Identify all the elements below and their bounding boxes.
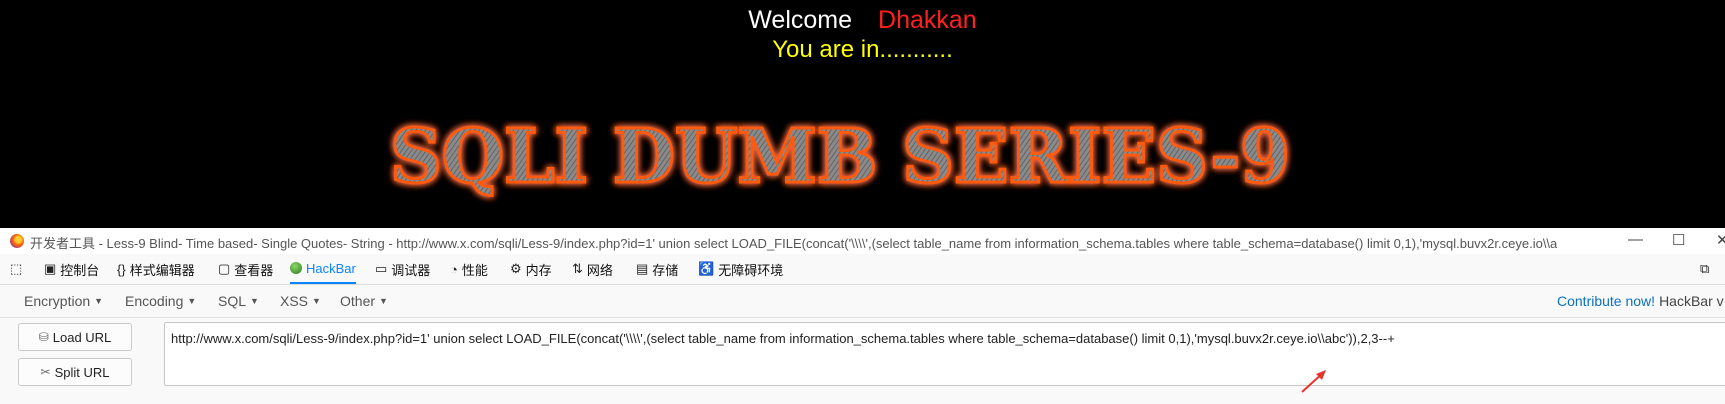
url-textarea[interactable]: http://www.x.com/sqli/Less-9/index.php?i… xyxy=(164,322,1725,386)
tab-style-editor[interactable]: {} 样式编辑器 xyxy=(117,254,195,284)
menu-label: SQL xyxy=(218,293,247,309)
tab-label: 调试器 xyxy=(391,262,431,278)
menu-label: Other xyxy=(340,293,376,309)
menu-sql[interactable]: SQL ▼ xyxy=(218,293,259,309)
performance-icon: ◔ xyxy=(450,261,458,277)
load-url-label: Load URL xyxy=(52,329,112,345)
tab-performance[interactable]: ◔ 性能 xyxy=(450,254,488,284)
hackbar-menubar: Encryption ▼ Encoding ▼ SQL ▼ XSS ▼ Other ▼ C… xyxy=(0,285,1725,318)
maximize-button[interactable]: ☐ xyxy=(1672,231,1685,249)
menu-label: Encryption xyxy=(24,293,91,309)
tab-memory[interactable]: ⚙ 内存 xyxy=(510,254,552,284)
url-text: http://www.x.com/sqli/Less-9/index.php?i… xyxy=(171,331,1395,346)
debugger-icon: ▭ xyxy=(375,261,388,276)
devtools-toolbar: ⬚ ▣ 控制台 {} 样式编辑器 ▢ 查看器 HackBar ▭ 调试器 ◔ 性… xyxy=(0,254,1725,285)
load-icon: ⛁ xyxy=(38,330,49,344)
tab-hackbar[interactable]: HackBar xyxy=(290,254,356,284)
user-name: Dhakkan xyxy=(878,6,977,34)
dock-icon: ⧉ xyxy=(1700,261,1710,276)
tab-storage[interactable]: ▤ 存储 xyxy=(636,254,678,284)
minimize-button[interactable]: — xyxy=(1628,231,1643,248)
network-icon: ⇅ xyxy=(572,261,583,276)
red-arrow-annotation xyxy=(1301,370,1326,393)
tab-label: 控制台 xyxy=(60,262,100,278)
banner-text: SQLI DUMB SERIES-9 xyxy=(390,118,1290,200)
split-url-label: Split URL xyxy=(54,364,110,380)
braces-icon: {} xyxy=(117,261,126,277)
caret-down-icon: ▼ xyxy=(379,296,388,306)
welcome-line: Welcome Dhakkan xyxy=(0,4,1725,36)
menu-label: Encoding xyxy=(125,293,184,309)
contribute-link[interactable]: Contribute now! xyxy=(1557,293,1655,309)
hackbar-icon xyxy=(290,262,302,274)
sqli-banner-logo: SQLI DUMB SERIES-9 xyxy=(389,118,1292,202)
menu-label: XSS xyxy=(280,293,309,309)
pick-element-button[interactable]: ⬚ xyxy=(10,254,22,284)
devtools-window: 开发者工具 - Less-9 Blind- Time based- Single… xyxy=(0,228,1725,404)
pick-element-icon: ⬚ xyxy=(10,261,23,276)
menu-other[interactable]: Other ▼ xyxy=(340,293,388,309)
contribute-area: Contribute now! HackBar v xyxy=(1557,293,1724,309)
dock-options-button[interactable]: ⧉ xyxy=(1700,254,1709,284)
console-icon: ▣ xyxy=(44,261,57,276)
accessibility-icon: ♿ xyxy=(698,261,715,276)
welcome-text: Welcome xyxy=(748,6,853,34)
tab-inspector[interactable]: ▢ 查看器 xyxy=(218,254,273,284)
storage-icon: ▤ xyxy=(636,261,649,276)
load-url-button[interactable]: ⛁ Load URL xyxy=(18,323,132,351)
tab-accessibility[interactable]: ♿ 无障碍环境 xyxy=(698,254,783,284)
tab-label: 无障碍环境 xyxy=(718,262,784,278)
tab-console[interactable]: ▣ 控制台 xyxy=(44,254,99,284)
login-status: You are in........... xyxy=(772,36,953,63)
menu-xss[interactable]: XSS ▼ xyxy=(280,293,321,309)
tab-label: 查看器 xyxy=(234,262,274,278)
tab-label: HackBar xyxy=(306,260,356,276)
tab-label: 内存 xyxy=(525,262,552,278)
tab-label: 样式编辑器 xyxy=(129,262,195,278)
caret-down-icon: ▼ xyxy=(250,296,259,306)
hackbar-version: HackBar v xyxy=(1659,293,1724,309)
inspector-icon: ▢ xyxy=(218,261,231,276)
caret-down-icon: ▼ xyxy=(94,296,104,306)
tab-network[interactable]: ⇅ 网络 xyxy=(572,254,613,284)
tab-label: 存储 xyxy=(652,262,679,278)
menu-encryption[interactable]: Encryption ▼ xyxy=(24,293,103,309)
caret-down-icon: ▼ xyxy=(312,296,321,306)
window-title: 开发者工具 - Less-9 Blind- Time based- Single… xyxy=(30,236,1558,251)
scissors-icon: ✂ xyxy=(40,365,51,379)
tab-debugger[interactable]: ▭ 调试器 xyxy=(375,254,430,284)
caret-down-icon: ▼ xyxy=(187,296,197,306)
tab-label: 网络 xyxy=(586,262,613,278)
split-url-button[interactable]: ✂ Split URL xyxy=(18,358,132,386)
window-titlebar: 开发者工具 - Less-9 Blind- Time based- Single… xyxy=(0,228,1725,254)
close-icon[interactable]: ✕ xyxy=(1716,231,1725,249)
firefox-icon xyxy=(10,234,24,248)
web-page: Welcome Dhakkan You are in........... SQL… xyxy=(0,0,1725,228)
hackbar-workarea: ⛁ Load URL ✂ Split URL http://www.x.com/… xyxy=(0,318,1725,404)
memory-icon: ⚙ xyxy=(510,261,522,276)
tab-label: 性能 xyxy=(461,262,488,278)
menu-encoding[interactable]: Encoding ▼ xyxy=(125,293,196,309)
